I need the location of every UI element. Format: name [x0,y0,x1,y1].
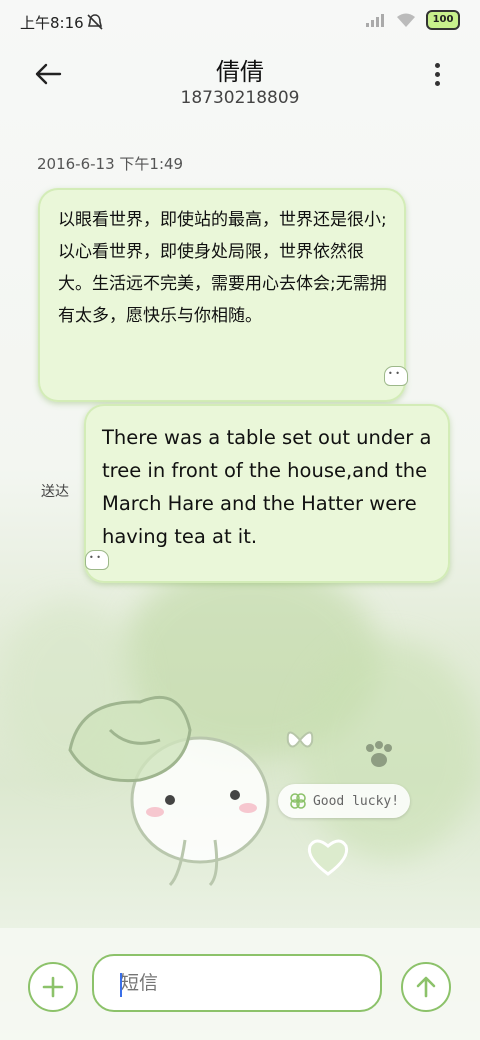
contact-name: 倩倩 [216,58,264,86]
message-input[interactable] [92,954,382,1012]
status-bar: 上午8:16 100 [0,0,480,42]
incoming-message-bubble[interactable]: 以眼看世界，即使站的最高，世界还是很小;以心看世界，即使身处局限，世界依然很大。… [38,188,406,402]
send-button[interactable] [401,962,451,1012]
composer-bar [0,928,480,1040]
outgoing-message-text: There was a table set out under a tree i… [102,426,432,548]
outgoing-message-bubble[interactable]: There was a table set out under a tree i… [84,404,450,583]
heart-icon [307,839,349,876]
more-vertical-icon [434,62,440,68]
incoming-message-text: 以眼看世界，即使站的最高，世界还是很小;以心看世界，即使身处局限，世界依然很大。… [58,210,387,326]
battery-icon: 100 [426,10,460,30]
delivery-status: 送达 [41,484,69,500]
plus-icon [42,976,64,998]
conversation-header: 倩倩 18730218809 [0,42,480,122]
mute-alarm-icon [87,14,103,30]
message-timestamp: 2016-6-13 下午1:49 [37,155,184,173]
bubble-sticker-icon [85,550,109,570]
signal-icon [366,14,384,27]
more-options-button[interactable] [422,54,452,94]
status-time: 上午8:16 [20,14,84,32]
bubble-sticker-icon [384,366,408,386]
arrow-up-icon [416,976,436,998]
clover-icon [290,793,306,809]
good-lucky-label: Good lucky! [278,784,410,818]
butterfly-icon [286,731,314,748]
add-attachment-button[interactable] [28,962,78,1012]
text-caret [120,973,122,997]
contact-phone: 18730218809 [180,88,300,108]
paw-print-icon [366,741,392,767]
wifi-icon [397,13,415,27]
kitten-illustration-icon [68,696,270,887]
good-lucky-text: Good lucky! [312,793,400,809]
